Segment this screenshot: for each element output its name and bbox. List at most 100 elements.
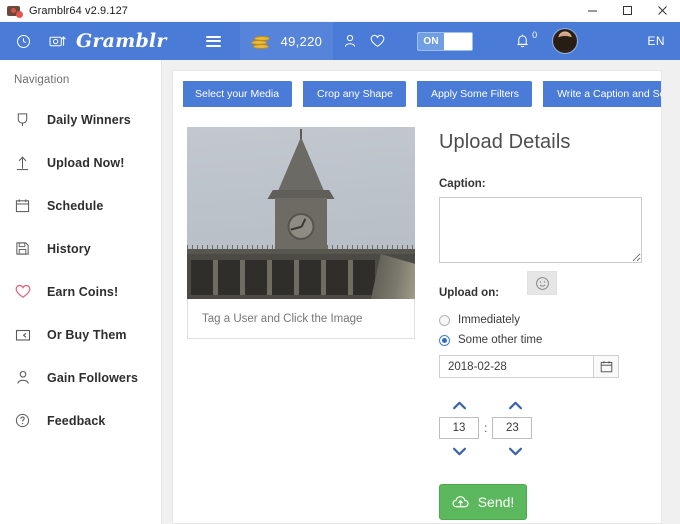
heart-icon[interactable] xyxy=(369,22,385,60)
time-inputs: 13 : 23 xyxy=(439,417,535,439)
caption-input[interactable] xyxy=(439,197,642,263)
upload-details-column: Upload Details Caption: Upload on: Immed… xyxy=(439,127,647,520)
hamburger-menu-icon[interactable] xyxy=(197,22,231,60)
radio-some-other-time-label: Some other time xyxy=(458,334,543,346)
sidebar-item-label: Schedule xyxy=(47,198,104,213)
save-disk-icon xyxy=(14,240,31,257)
coins-count: 49,220 xyxy=(280,33,323,49)
send-button-label: Send! xyxy=(477,494,515,510)
sidebar: Navigation Daily Winners Upload Now! Sch… xyxy=(0,60,162,524)
sidebar-item-upload-now[interactable]: Upload Now! xyxy=(0,141,161,184)
preview-column: Tag a User and Click the Image xyxy=(187,127,415,520)
heart-icon xyxy=(14,283,31,300)
title-bar: Gramblr64 v2.9.127 xyxy=(0,0,680,22)
smiley-face-icon xyxy=(535,276,549,290)
sidebar-item-label: Feedback xyxy=(47,413,106,428)
question-circle-icon xyxy=(14,412,31,429)
step-select-media[interactable]: Select your Media xyxy=(183,81,303,107)
sidebar-item-label: Earn Coins! xyxy=(47,284,119,299)
cloud-upload-icon xyxy=(452,495,469,507)
body: Navigation Daily Winners Upload Now! Sch… xyxy=(0,60,680,524)
upload-on-label: Upload on: xyxy=(439,287,500,299)
upload-toggle-group: ON xyxy=(395,22,474,60)
time-stepper: 13 : 23 xyxy=(439,396,535,460)
avatar[interactable] xyxy=(552,28,579,54)
step-apply-filters[interactable]: Apply Some Filters xyxy=(405,81,543,107)
notification-badge: 0 xyxy=(532,30,538,40)
time-up-row xyxy=(439,396,535,414)
minute-input[interactable]: 23 xyxy=(492,417,533,439)
radio-some-other-time-row[interactable]: Some other time xyxy=(439,334,647,346)
hour-input[interactable]: 13 xyxy=(439,417,479,439)
editor-columns: Tag a User and Click the Image Upload De… xyxy=(173,107,661,520)
coin-stack-icon xyxy=(250,33,271,49)
sidebar-item-gain-followers[interactable]: Gain Followers xyxy=(0,356,161,399)
upload-on-row: Upload on: xyxy=(439,271,647,306)
minute-up-icon[interactable] xyxy=(495,396,535,414)
window-title: Gramblr64 v2.9.127 xyxy=(29,4,129,17)
media-preview[interactable] xyxy=(187,127,415,299)
toggle-knob xyxy=(444,32,473,50)
language-selector[interactable]: EN xyxy=(647,34,680,48)
step-write-caption-send[interactable]: Write a Caption and Send xyxy=(532,81,661,107)
step-breadcrumb: Select your Media Crop any Shape Apply S… xyxy=(173,81,661,107)
trophy-icon xyxy=(14,111,31,128)
sidebar-item-feedback[interactable]: Feedback xyxy=(0,399,161,442)
on-off-toggle[interactable]: ON xyxy=(417,31,474,51)
minimize-button[interactable] xyxy=(575,0,610,22)
sidebar-item-schedule[interactable]: Schedule xyxy=(0,184,161,227)
main-content: Select your Media Crop any Shape Apply S… xyxy=(162,60,680,524)
header-social-group xyxy=(333,22,396,60)
hour-up-icon[interactable] xyxy=(439,396,479,414)
calendar-icon[interactable] xyxy=(593,355,619,378)
sidebar-item-daily-winners[interactable]: Daily Winners xyxy=(0,98,161,141)
sidebar-item-label: Daily Winners xyxy=(47,112,131,127)
time-down-row xyxy=(439,442,535,460)
person-icon[interactable] xyxy=(343,22,357,60)
time-separator: : xyxy=(484,421,488,435)
app-header: Gramblr 49,220 ON 0 EN xyxy=(0,22,680,60)
sidebar-item-label: Gain Followers xyxy=(47,370,138,385)
bell-icon xyxy=(517,34,528,48)
radio-immediately-row[interactable]: Immediately xyxy=(439,314,647,326)
radio-some-other-time[interactable] xyxy=(439,334,450,346)
send-button[interactable]: Send! xyxy=(439,484,527,520)
radio-immediately[interactable] xyxy=(439,314,450,326)
radio-immediately-label: Immediately xyxy=(458,314,520,326)
upload-arrow-icon xyxy=(14,154,31,171)
app-window: Gramblr64 v2.9.127 Gramblr 49,220 ON 0 E… xyxy=(0,0,680,524)
sidebar-item-label: Or Buy Them xyxy=(47,327,127,342)
calendar-icon xyxy=(14,197,31,214)
sidebar-item-or-buy-them[interactable]: Or Buy Them xyxy=(0,313,161,356)
app-logo: Gramblr xyxy=(76,30,167,52)
camera-upload-icon[interactable] xyxy=(44,22,70,60)
person-icon xyxy=(14,369,31,386)
date-input[interactable]: 2018-02-28 xyxy=(439,355,593,378)
coins-balance[interactable]: 49,220 xyxy=(239,22,334,60)
sidebar-item-earn-coins[interactable]: Earn Coins! xyxy=(0,270,161,313)
clock-icon[interactable] xyxy=(10,22,36,60)
minute-down-icon[interactable] xyxy=(495,442,535,460)
sidebar-item-label: Upload Now! xyxy=(47,155,125,170)
notifications[interactable]: 0 xyxy=(515,30,537,49)
sidebar-item-label: History xyxy=(47,241,91,256)
hour-down-icon[interactable] xyxy=(439,442,479,460)
app-icon xyxy=(7,3,23,19)
page-title: Upload Details xyxy=(439,131,571,153)
toggle-on-label: ON xyxy=(418,32,445,50)
window-controls xyxy=(575,0,680,22)
tag-user-hint-box[interactable]: Tag a User and Click the Image xyxy=(187,299,415,339)
photo-tower-spire xyxy=(278,137,324,191)
photo-building-windows xyxy=(191,260,375,295)
sidebar-item-history[interactable]: History xyxy=(0,227,161,270)
sidebar-title: Navigation xyxy=(14,74,70,86)
header-left-group: Gramblr xyxy=(0,22,240,60)
maximize-button[interactable] xyxy=(610,0,645,22)
photo-clock-face xyxy=(287,213,315,240)
content-panel: Select your Media Crop any Shape Apply S… xyxy=(172,70,662,524)
emoji-picker-button[interactable] xyxy=(527,271,558,295)
caption-label: Caption: xyxy=(439,178,486,190)
card-icon xyxy=(14,326,31,343)
close-button[interactable] xyxy=(645,0,680,22)
step-crop-shape[interactable]: Crop any Shape xyxy=(292,81,416,107)
